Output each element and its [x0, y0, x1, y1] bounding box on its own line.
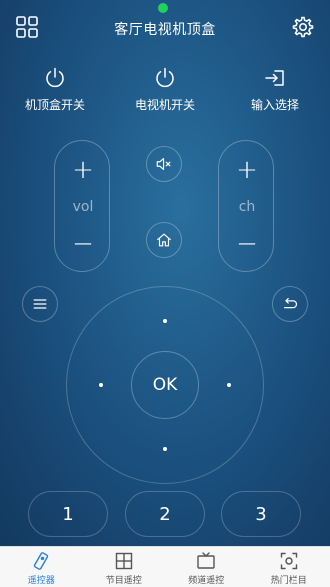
volume-label: vol — [72, 199, 94, 215]
tv-power-button[interactable]: 电视机开关 — [115, 66, 215, 113]
dpad-left[interactable] — [99, 383, 103, 387]
number-key-1[interactable]: 1 — [28, 491, 108, 537]
connection-status-dot — [158, 3, 168, 13]
remote-screen: 客厅电视机顶盒 机顶盒开关 电视机开关 输入选择 + vol − + ch − … — [0, 0, 330, 546]
tab-channel-remote[interactable]: 频道遥控 — [165, 547, 248, 587]
volume-down-button[interactable]: − — [55, 231, 111, 257]
hot-icon — [280, 552, 297, 570]
menu-button[interactable] — [22, 286, 58, 322]
channel-up-button[interactable]: + — [219, 157, 275, 183]
dpad-up[interactable] — [163, 319, 167, 323]
tab-channel-remote-label: 频道遥控 — [188, 576, 225, 586]
tab-program-remote[interactable]: 节目遥控 — [83, 547, 166, 587]
input-source-icon — [265, 70, 284, 86]
tab-remote-label: 遥控器 — [27, 576, 55, 586]
input-select-button[interactable]: 输入选择 — [225, 66, 325, 113]
settings-button[interactable] — [289, 14, 315, 40]
bottom-tab-bar: 遥控器 节目遥控 频道遥控 热门栏目 — [0, 546, 330, 587]
mute-button[interactable] — [146, 146, 182, 182]
device-title: 客厅电视机顶盒 — [114, 22, 216, 38]
tab-hot-programs-label: 热门栏目 — [270, 576, 307, 586]
tv-power-label: 电视机开关 — [134, 98, 195, 112]
power-icon — [46, 67, 64, 88]
tab-hot-programs[interactable]: 热门栏目 — [248, 547, 330, 587]
power-row: 机顶盒开关 电视机开关 输入选择 — [0, 66, 330, 116]
channel-rocker: + ch − — [218, 140, 274, 272]
grid-icon — [115, 552, 132, 570]
channel-down-button[interactable]: − — [219, 231, 275, 257]
ok-button[interactable]: OK — [131, 351, 199, 419]
back-icon — [283, 297, 298, 309]
number-key-3[interactable]: 3 — [221, 491, 301, 537]
gear-icon — [292, 16, 314, 38]
direction-pad: OK — [66, 286, 264, 484]
home-icon — [157, 233, 171, 247]
power-icon — [156, 67, 174, 88]
stb-power-label: 机顶盒开关 — [24, 98, 85, 112]
dpad-right[interactable] — [227, 383, 231, 387]
mute-icon — [156, 158, 171, 170]
volume-rocker: + vol − — [54, 140, 110, 272]
home-button[interactable] — [146, 222, 182, 258]
remote-icon — [34, 552, 49, 570]
dpad-down[interactable] — [163, 447, 167, 451]
channel-label: ch — [238, 199, 256, 215]
tab-program-remote-label: 节目遥控 — [105, 576, 142, 586]
tv-icon — [197, 552, 215, 569]
stb-power-button[interactable]: 机顶盒开关 — [5, 66, 105, 113]
volume-up-button[interactable]: + — [55, 157, 111, 183]
menu-icon — [33, 299, 47, 309]
input-select-label: 输入选择 — [250, 98, 299, 112]
tab-remote[interactable]: 遥控器 — [0, 547, 83, 587]
back-button[interactable] — [272, 286, 308, 322]
number-key-2[interactable]: 2 — [125, 491, 205, 537]
